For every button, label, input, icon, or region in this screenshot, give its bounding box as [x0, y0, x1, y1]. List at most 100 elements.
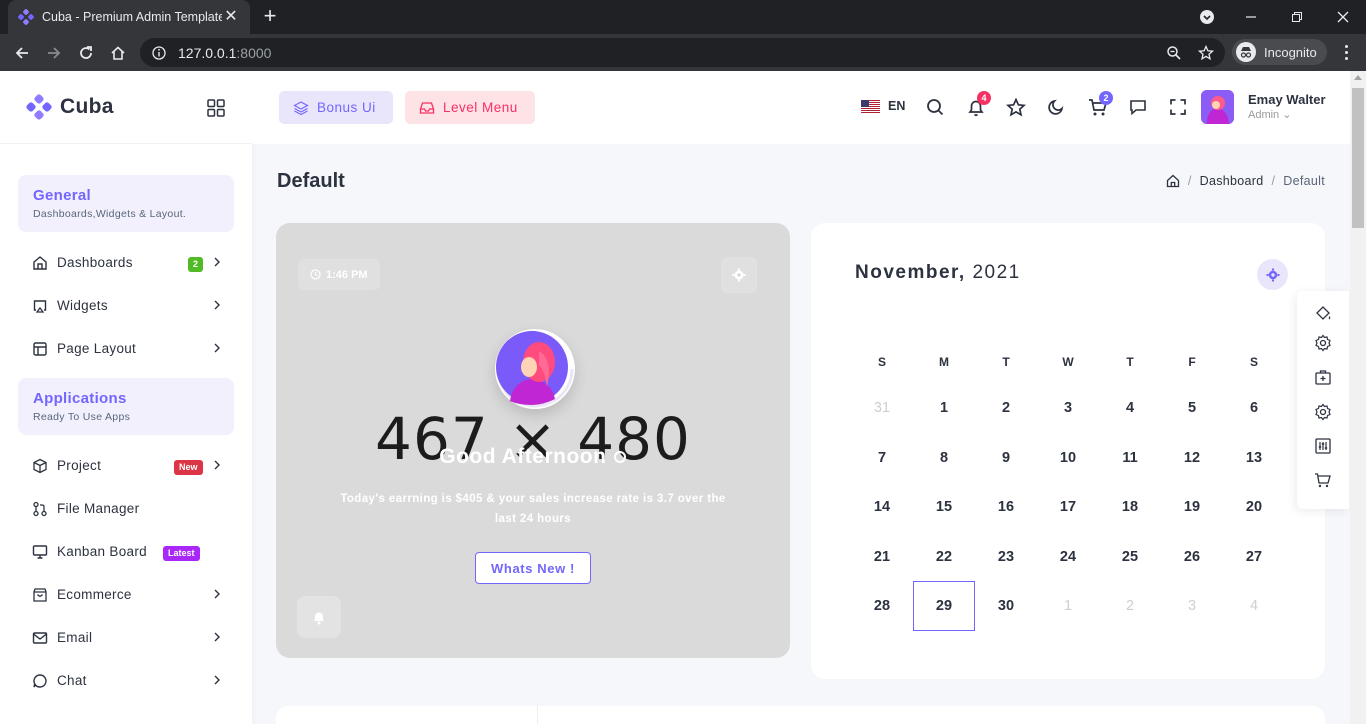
cart-buy-icon[interactable] — [1314, 471, 1332, 489]
fullscreen-icon[interactable] — [1166, 95, 1190, 119]
back-icon[interactable] — [9, 40, 35, 66]
calendar-day[interactable]: 9 — [975, 433, 1037, 483]
time-label: 1:46 PM — [326, 268, 368, 281]
calendar-day[interactable]: 17 — [1037, 482, 1099, 532]
sidebar-item-widgets[interactable]: Widgets — [0, 284, 252, 327]
minimize-icon[interactable] — [1228, 0, 1274, 34]
calendar-day[interactable]: 26 — [1161, 532, 1223, 582]
sidebar-item-ecommerce[interactable]: Ecommerce — [0, 573, 252, 616]
calendar-day[interactable]: 8 — [913, 433, 975, 483]
equalizer-icon[interactable] — [1314, 437, 1332, 455]
weekday-label: T — [1126, 355, 1134, 369]
weekday-label: F — [1188, 355, 1196, 369]
calendar-day[interactable]: 10 — [1037, 433, 1099, 483]
calendar-day[interactable]: 28 — [851, 581, 913, 631]
calendar-day[interactable]: 22 — [913, 532, 975, 582]
grid-toggle-icon[interactable] — [207, 99, 225, 117]
welcome-bell-icon[interactable] — [297, 596, 341, 638]
user-avatar[interactable] — [1201, 90, 1234, 124]
calendar-day[interactable]: 1 — [913, 383, 975, 433]
dark-mode-moon-icon[interactable] — [1044, 95, 1068, 119]
language-selector[interactable]: EN — [861, 99, 905, 113]
sidebar-item-file-manager[interactable]: File Manager — [0, 487, 252, 530]
calendar-day[interactable]: 25 — [1099, 532, 1161, 582]
tab-search-icon[interactable] — [1184, 0, 1230, 34]
sidebar-item-project[interactable]: Project New — [0, 444, 252, 487]
paint-bucket-icon[interactable] — [1314, 305, 1332, 323]
forward-icon[interactable] — [41, 40, 67, 66]
top-header: Bonus Ui Level Menu EN 4 2 Emay Walter A… — [252, 71, 1350, 144]
scroll-up-arrow-icon[interactable] — [1354, 75, 1362, 80]
whats-new-button[interactable]: Whats New ! — [475, 552, 591, 584]
welcome-settings-icon[interactable] — [721, 257, 757, 293]
sidebar-item-email[interactable]: Email — [0, 616, 252, 659]
zoom-icon[interactable] — [1161, 40, 1187, 66]
calendar-day[interactable]: 6 — [1223, 383, 1285, 433]
breadcrumb-separator: / — [1271, 174, 1276, 188]
incognito-profile[interactable]: Incognito — [1232, 39, 1327, 65]
page-scrollbar[interactable] — [1350, 71, 1366, 724]
calendar-day[interactable]: 2 — [975, 383, 1037, 433]
settings-icon[interactable] — [1314, 334, 1332, 352]
level-menu-button[interactable]: Level Menu — [405, 91, 535, 124]
calendar-day[interactable]: 30 — [975, 581, 1037, 631]
scroll-thumb[interactable] — [1352, 88, 1364, 228]
calendar-day[interactable]: 14 — [851, 482, 913, 532]
calendar-settings-icon[interactable] — [1257, 259, 1288, 290]
calendar-day[interactable]: 27 — [1223, 532, 1285, 582]
bookmark-star-icon[interactable] — [1193, 40, 1219, 66]
calendar-day[interactable]: 13 — [1223, 433, 1285, 483]
calendar-day[interactable]: 21 — [851, 532, 913, 582]
bonus-ui-button[interactable]: Bonus Ui — [279, 91, 393, 124]
sidebar-item-kanban-board[interactable]: Kanban Board Latest — [0, 530, 252, 573]
browser-tab[interactable]: Cuba - Premium Admin Template ✕ — [8, 0, 250, 34]
calendar-day[interactable]: 20 — [1223, 482, 1285, 532]
messages-icon[interactable] — [1126, 95, 1150, 119]
bookmark-star-header-icon[interactable] — [1004, 95, 1028, 119]
calendar-day-today[interactable]: 29 — [913, 581, 975, 631]
calendar-day[interactable]: 4 — [1099, 383, 1161, 433]
address-bar[interactable]: 127.0.0.1:8000 — [140, 38, 1225, 67]
close-window-icon[interactable] — [1320, 0, 1366, 34]
calendar-day[interactable]: 15 — [913, 482, 975, 532]
home-icon — [32, 255, 48, 271]
new-badge: New — [174, 460, 203, 475]
clock-icon — [310, 269, 321, 280]
home-breadcrumb-icon[interactable] — [1166, 174, 1180, 188]
user-name[interactable]: Emay Walter — [1248, 92, 1326, 107]
calendar-day[interactable]: 18 — [1099, 482, 1161, 532]
first-aid-box-icon[interactable] — [1314, 369, 1332, 387]
calendar-day[interactable]: 7 — [851, 433, 913, 483]
reload-icon[interactable] — [73, 40, 99, 66]
new-tab-icon[interactable]: + — [258, 5, 282, 29]
tab-close-icon[interactable]: ✕ — [222, 8, 240, 26]
calendar-day[interactable]: 3 — [1037, 383, 1099, 433]
calendar-day[interactable]: 16 — [975, 482, 1037, 532]
calendar-day[interactable]: 2 — [1099, 581, 1161, 631]
url-port: :8000 — [236, 44, 272, 61]
calendar-day[interactable]: 11 — [1099, 433, 1161, 483]
calendar-day[interactable]: 31 — [851, 383, 913, 433]
calendar-day[interactable]: 12 — [1161, 433, 1223, 483]
sidebar-item-page-layout[interactable]: Page Layout — [0, 327, 252, 370]
calendar-day[interactable]: 5 — [1161, 383, 1223, 433]
restore-icon[interactable] — [1274, 0, 1320, 34]
calendar-day[interactable]: 4 — [1223, 581, 1285, 631]
calendar-day[interactable]: 1 — [1037, 581, 1099, 631]
user-role[interactable]: Admin ⌄ — [1248, 108, 1291, 121]
shopping-cart-icon[interactable]: 2 — [1086, 91, 1113, 119]
calendar-day[interactable]: 3 — [1161, 581, 1223, 631]
calendar-day[interactable]: 24 — [1037, 532, 1099, 582]
calendar-day[interactable]: 19 — [1161, 482, 1223, 532]
cog-icon[interactable] — [1314, 403, 1332, 421]
breadcrumb-separator: / — [1187, 174, 1192, 188]
calendar-day[interactable]: 23 — [975, 532, 1037, 582]
home-browser-icon[interactable] — [105, 40, 131, 66]
breadcrumb-dashboard[interactable]: Dashboard — [1200, 174, 1264, 188]
sidebar-item-chat[interactable]: Chat — [0, 659, 252, 702]
browser-menu-icon[interactable] — [1336, 42, 1356, 62]
notification-bell-icon[interactable]: 4 — [964, 91, 991, 119]
sidebar-item-dashboards[interactable]: Dashboards 2 — [0, 241, 252, 284]
site-info-icon[interactable] — [152, 45, 166, 60]
search-icon[interactable] — [923, 95, 947, 119]
